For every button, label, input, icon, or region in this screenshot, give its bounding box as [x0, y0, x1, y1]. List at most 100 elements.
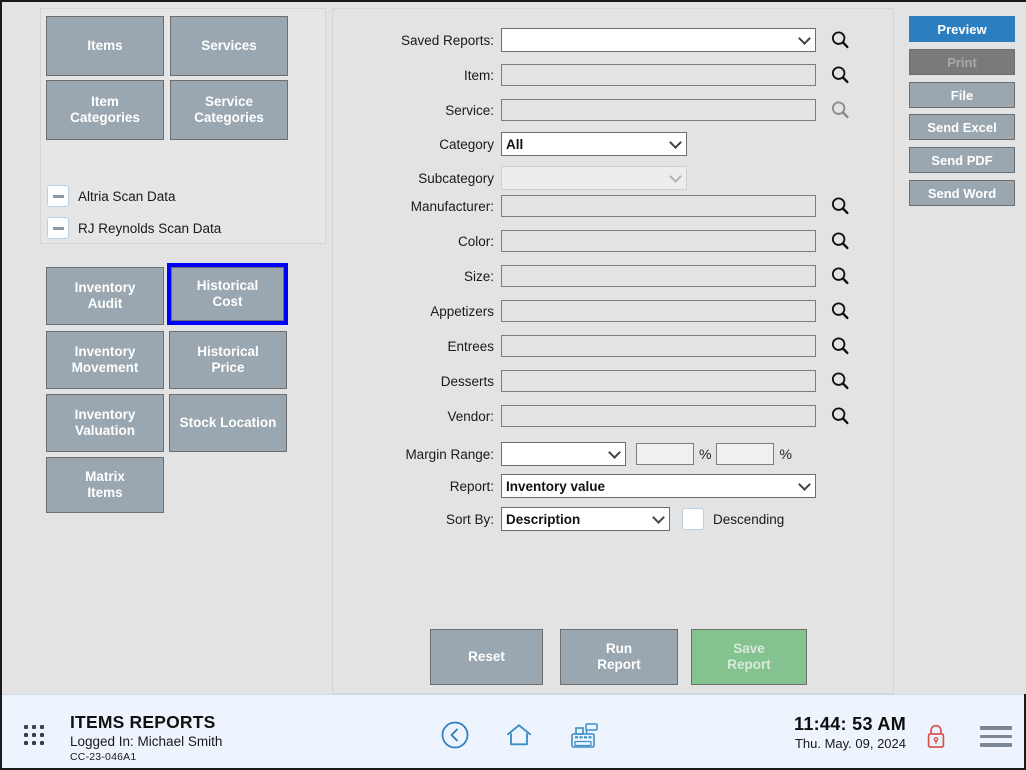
sort-by-select[interactable]: Description — [501, 507, 670, 531]
preview-button[interactable]: Preview — [909, 16, 1015, 42]
sort-by-select-wrap[interactable]: Description — [501, 507, 670, 531]
field-row-service: Service: — [396, 99, 851, 121]
menu-icon-line — [980, 734, 1012, 738]
vendor-input[interactable] — [501, 405, 816, 427]
saved-reports-select[interactable] — [501, 28, 816, 52]
button-services[interactable]: Services — [170, 16, 288, 76]
item-input[interactable] — [501, 64, 816, 86]
search-icon — [831, 101, 849, 119]
field-row-entrees: Entrees — [396, 335, 851, 357]
field-label: Saved Reports: — [400, 32, 494, 48]
status-title-block: ITEMS REPORTS Logged In: Michael Smith C… — [70, 712, 222, 763]
field-label: Vendor: — [447, 408, 494, 424]
back-button[interactable] — [440, 720, 470, 750]
menu-button[interactable] — [980, 726, 1012, 752]
size-input[interactable] — [501, 265, 816, 287]
file-button[interactable]: File — [909, 82, 1015, 108]
field-row-subcategory: Subcategory — [396, 166, 687, 190]
run-report-button[interactable]: Run Report — [560, 629, 678, 685]
button-matrix-items[interactable]: Matrix Items — [46, 457, 164, 513]
service-input[interactable] — [501, 99, 816, 121]
send-pdf-button[interactable]: Send PDF — [909, 147, 1015, 173]
category-select-wrap[interactable]: All — [501, 132, 687, 156]
percent-symbol: % — [699, 446, 712, 462]
field-label: Desserts — [440, 373, 494, 389]
app-grid-icon[interactable] — [24, 725, 48, 749]
field-label: Margin Range: — [405, 446, 494, 462]
reset-button[interactable]: Reset — [430, 629, 543, 685]
lock-button[interactable] — [923, 722, 949, 757]
search-icon[interactable] — [829, 195, 851, 217]
page-title: ITEMS REPORTS — [70, 712, 216, 732]
field-label: Color: — [457, 233, 494, 249]
margin-operator-select-wrap[interactable] — [501, 442, 626, 466]
entrees-input[interactable] — [501, 335, 816, 357]
field-row-item: Item: — [396, 64, 851, 86]
button-stock-location[interactable]: Stock Location — [169, 394, 287, 452]
button-inventory-audit[interactable]: Inventory Audit — [46, 267, 164, 325]
current-date: Thu. May. 09, 2024 — [794, 736, 906, 751]
current-time: 11:44: 53 AM — [794, 714, 906, 734]
send-excel-button[interactable]: Send Excel — [909, 114, 1015, 140]
field-row-sort-by: Sort By: Description Descending — [396, 507, 784, 531]
button-historical-cost[interactable]: Historical Cost — [167, 263, 288, 325]
field-row-size: Size: — [396, 265, 851, 287]
button-item-categories[interactable]: Item Categories — [46, 80, 164, 140]
button-items[interactable]: Items — [46, 16, 164, 76]
button-service-categories[interactable]: Service Categories — [170, 80, 288, 140]
search-icon[interactable] — [829, 29, 851, 51]
app-root: Items Services Item Categories Service Cat… — [2, 2, 1026, 768]
field-row-color: Color: — [396, 230, 851, 252]
indeterminate-checkbox-icon[interactable] — [47, 185, 69, 207]
margin-from-input[interactable] — [636, 443, 694, 465]
indeterminate-checkbox-icon[interactable] — [47, 217, 69, 239]
button-historical-price[interactable]: Historical Price — [169, 331, 287, 389]
search-icon[interactable] — [829, 265, 851, 287]
register-icon[interactable] — [568, 720, 602, 752]
button-inventory-valuation[interactable]: Inventory Valuation — [46, 394, 164, 452]
field-row-manufacturer: Manufacturer: — [396, 195, 851, 217]
save-report-button[interactable]: Save Report — [691, 629, 807, 685]
field-row-margin-range: Margin Range: % % — [396, 442, 797, 466]
appetizers-input[interactable] — [501, 300, 816, 322]
button-inventory-movement[interactable]: Inventory Movement — [46, 331, 164, 389]
desserts-input[interactable] — [501, 370, 816, 392]
entity-selector-panel: Items Services Item Categories Service Cat… — [40, 8, 326, 244]
margin-to-input[interactable] — [716, 443, 775, 465]
register-button[interactable] — [568, 720, 602, 752]
print-button: Print — [909, 49, 1015, 75]
descending-checkbox[interactable] — [682, 508, 704, 530]
margin-operator-select[interactable] — [501, 442, 626, 466]
descending-label: Descending — [713, 511, 785, 527]
field-label: Category — [439, 136, 494, 152]
output-actions-column: Preview Print File Send Excel Send PDF S… — [894, 2, 1026, 694]
field-row-category: Category All — [396, 132, 687, 156]
search-icon[interactable] — [829, 335, 851, 357]
search-icon[interactable] — [829, 370, 851, 392]
field-row-appetizers: Appetizers — [396, 300, 851, 322]
manufacturer-input[interactable] — [501, 195, 816, 217]
field-label: Item: — [463, 67, 494, 83]
field-label: Sort By: — [445, 511, 494, 527]
checkbox-row-rj-reynolds-scan-data[interactable]: RJ Reynolds Scan Data — [47, 217, 221, 239]
report-select[interactable]: Inventory value — [501, 474, 816, 498]
clock-block: 11:44: 53 AM Thu. May. 09, 2024 — [794, 714, 906, 751]
terminal-code: CC-23-046A1 — [70, 751, 137, 763]
lock-icon[interactable] — [923, 722, 949, 752]
send-word-button[interactable]: Send Word — [909, 180, 1015, 206]
saved-reports-select-wrap[interactable] — [501, 28, 816, 52]
category-select[interactable]: All — [501, 132, 687, 156]
color-input[interactable] — [501, 230, 816, 252]
search-icon[interactable] — [829, 405, 851, 427]
search-icon[interactable] — [829, 300, 851, 322]
checkbox-label: Altria Scan Data — [78, 188, 176, 204]
field-label: Size: — [463, 268, 494, 284]
search-icon[interactable] — [829, 230, 851, 252]
report-select-wrap[interactable]: Inventory value — [501, 474, 816, 498]
search-icon[interactable] — [829, 64, 851, 86]
home-icon[interactable] — [504, 720, 534, 750]
subcategory-select — [501, 166, 687, 190]
checkbox-row-altria-scan-data[interactable]: Altria Scan Data — [47, 185, 176, 207]
home-button[interactable] — [504, 720, 534, 750]
back-icon[interactable] — [440, 720, 470, 750]
